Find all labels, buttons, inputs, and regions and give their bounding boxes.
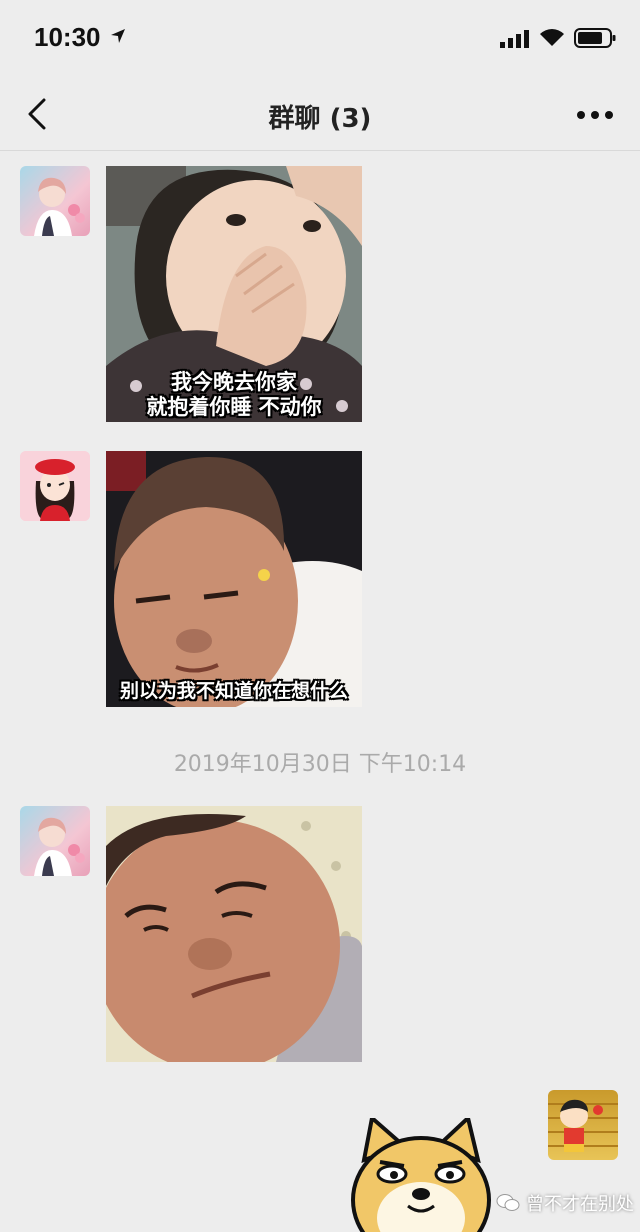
chat-title: 群聊 (3) [268,104,372,134]
shiba-dog-sticker-icon [351,1118,491,1232]
image-message-3[interactable] [106,806,362,1062]
wifi-icon [540,29,564,46]
cellular-signal-icon [500,30,529,48]
avatar-self[interactable] [548,1090,618,1160]
watermark: 曾不才在别处 [496,1190,634,1216]
meme-caption-line-1: 我今晚去你家 [171,370,297,394]
location-arrow-icon [111,29,125,43]
meme-caption-line-2: 就抱着你睡 不动你 [146,395,322,419]
status-bar: 10:30 [0,0,640,80]
girl-avatar-icon [34,177,85,236]
status-time: 10:30 [34,22,101,52]
meme-image-3 [106,806,362,1062]
girl-red-beret-avatar-icon [20,451,90,521]
girl-avatar-icon [34,817,85,876]
watermark-text: 曾不才在别处 [526,1194,634,1215]
more-options-icon[interactable] [570,100,620,130]
image-message-1[interactable]: 我今晚去你家 就抱着你睡 不动你 [106,166,362,422]
message-timestamp: 2019年10月30日 下午10:14 [173,752,467,777]
avatar-sender-1[interactable] [20,166,90,236]
sticker-message-self[interactable] [346,1118,496,1232]
meme-caption: 别以为我不知道你在想什么 [119,680,348,702]
wechat-logo-icon [496,1194,520,1211]
meme-image-2 [106,451,362,707]
battery-icon [574,28,616,48]
avatar-sender-1-again[interactable] [20,806,90,876]
avatar-sender-2[interactable] [20,451,90,521]
crayon-boy-avatar-icon [548,1099,618,1152]
chat-header: 群聊 (3) [0,80,640,151]
image-message-2[interactable]: 别以为我不知道你在想什么 [106,451,362,707]
